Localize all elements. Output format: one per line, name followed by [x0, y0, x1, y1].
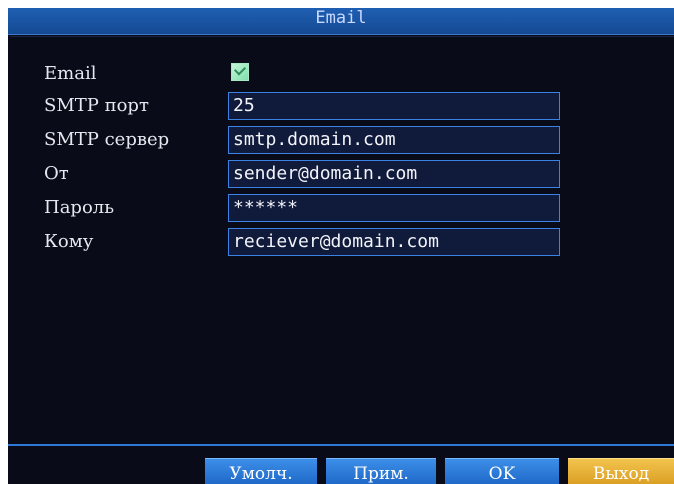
- email-enable-checkbox[interactable]: [231, 63, 249, 81]
- from-label: От: [44, 163, 69, 184]
- smtp-port-label: SMTP порт: [44, 95, 149, 116]
- email-enable-label: Email: [44, 63, 97, 84]
- title-bar: Email: [8, 8, 674, 35]
- exit-button[interactable]: Выход: [568, 458, 674, 484]
- to-label: Кому: [44, 231, 94, 252]
- window-title: Email: [315, 8, 367, 28]
- smtp-server-label: SMTP сервер: [44, 129, 170, 150]
- email-settings-screen: Email Email SMTP порт 25 SMTP сервер smt…: [8, 8, 674, 484]
- password-label: Пароль: [44, 197, 115, 218]
- apply-button[interactable]: Прим.: [326, 458, 436, 484]
- ok-button[interactable]: OK: [445, 458, 559, 484]
- bottom-divider: [8, 444, 674, 446]
- smtp-server-field[interactable]: smtp.domain.com: [228, 126, 560, 154]
- from-field[interactable]: sender@domain.com: [228, 160, 560, 188]
- to-field[interactable]: reciever@domain.com: [228, 228, 560, 256]
- smtp-port-field[interactable]: 25: [228, 92, 560, 120]
- default-button[interactable]: Умолч.: [205, 458, 317, 484]
- password-field[interactable]: ******: [228, 194, 560, 222]
